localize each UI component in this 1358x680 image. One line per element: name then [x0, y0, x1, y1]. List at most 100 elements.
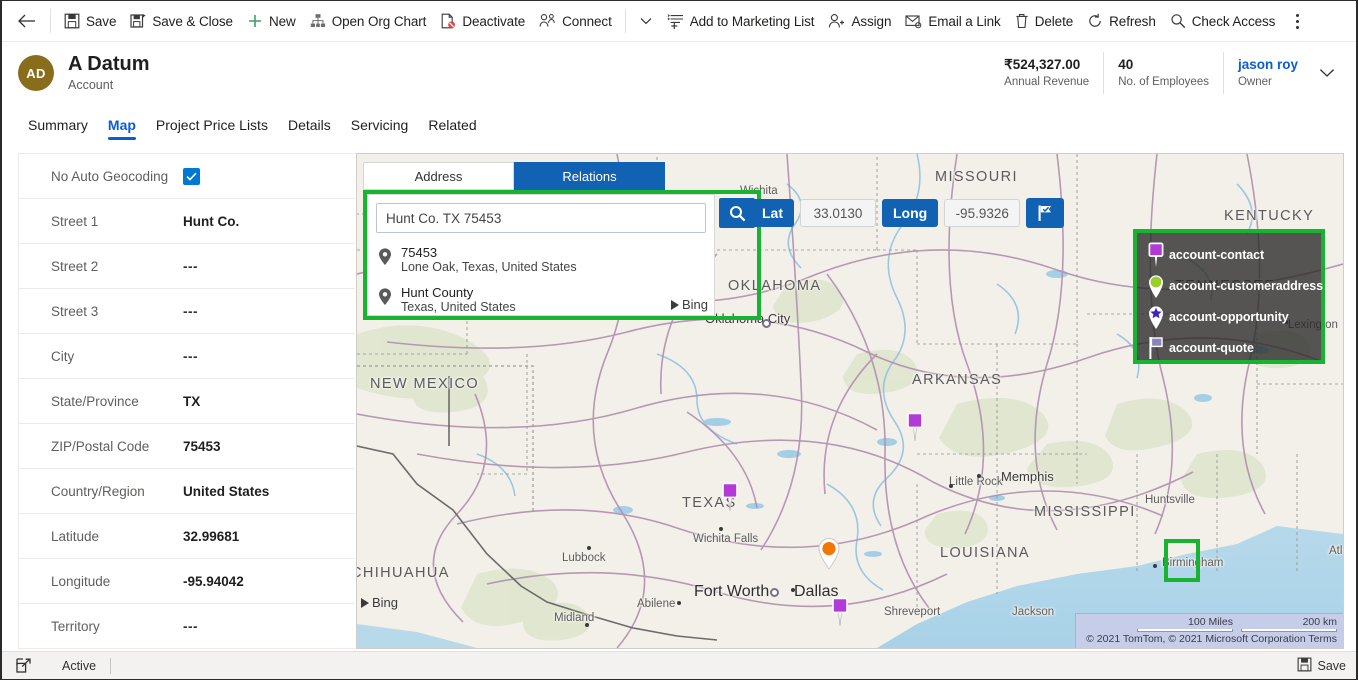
- email-a-link-label: Email a Link: [928, 13, 1001, 29]
- field-value-street3[interactable]: ---: [183, 304, 198, 319]
- search-suggestion-1[interactable]: 75453 Lone Oak, Texas, United States: [368, 241, 714, 281]
- lat-button-label: Lat: [762, 205, 783, 221]
- map-card-tab-address[interactable]: Address: [363, 162, 514, 190]
- legend-item-account-opportunity[interactable]: account-opportunity: [1143, 301, 1313, 332]
- legend-item-account-customeraddress[interactable]: account-customeraddress: [1143, 270, 1323, 301]
- lat-value[interactable]: 33.0130: [800, 199, 876, 227]
- tab-servicing-label: Servicing: [350, 117, 409, 133]
- page-title: A Datum: [68, 53, 150, 75]
- field-value-street1[interactable]: Hunt Co.: [183, 214, 239, 229]
- field-value-latitude[interactable]: 32.99681: [183, 529, 239, 544]
- tab-summary[interactable]: Summary: [18, 117, 98, 140]
- save-icon: [64, 13, 80, 29]
- marketing-list-icon: [667, 13, 684, 29]
- status-save-button[interactable]: Save: [1297, 657, 1349, 675]
- lat-button[interactable]: Lat: [751, 199, 794, 227]
- field-value-country[interactable]: United States: [183, 484, 269, 499]
- delete-button[interactable]: Delete: [1008, 6, 1080, 36]
- form-row-street1: Street 1 Hunt Co.: [19, 199, 355, 244]
- city-dot-dallas: [791, 588, 795, 592]
- save-button[interactable]: Save: [57, 6, 123, 36]
- form-row-territory: Territory ---: [19, 604, 355, 648]
- chevron-down-icon[interactable]: [632, 6, 660, 36]
- check-access-button[interactable]: Check Access: [1163, 6, 1283, 36]
- city-dot-memphis: [977, 474, 981, 478]
- tab-project-price-lists[interactable]: Project Price Lists: [146, 117, 278, 140]
- apply-location-button[interactable]: [1026, 198, 1065, 228]
- no-auto-geocoding-checkbox[interactable]: [183, 167, 200, 185]
- flag-icon: [1143, 335, 1169, 361]
- long-button[interactable]: Long: [882, 199, 939, 227]
- header-field-owner[interactable]: jason roy Owner: [1222, 52, 1312, 94]
- field-value-state[interactable]: TX: [183, 394, 200, 409]
- owner-label: Owner: [1237, 76, 1272, 88]
- field-label-state: State/Province: [51, 393, 139, 409]
- map-container[interactable]: MISSOURI KENTUCKY OKLAHOMA ARKANSAS TENN…: [356, 153, 1344, 649]
- tab-details[interactable]: Details: [278, 117, 341, 140]
- owner-value-link[interactable]: jason roy: [1238, 56, 1298, 73]
- legend-item-account-contact[interactable]: account-contact: [1143, 239, 1313, 270]
- delete-label: Delete: [1034, 13, 1074, 29]
- open-in-new-window-button[interactable]: [10, 658, 36, 673]
- city-dot-abilene: [677, 601, 681, 605]
- form-row-city: City ---: [19, 334, 355, 379]
- tab-map-label: Map: [107, 117, 136, 133]
- open-org-chart-button[interactable]: Open Org Chart: [303, 6, 434, 36]
- field-label-country: Country/Region: [51, 483, 145, 499]
- command-divider-2: [624, 9, 626, 33]
- header-expand-button[interactable]: [1312, 68, 1342, 78]
- app-window: Save Save & Close New Open Org Chart Dea…: [0, 0, 1358, 680]
- field-label-no-auto-geocoding: No Auto Geocoding: [51, 168, 169, 184]
- tab-related[interactable]: Related: [418, 117, 486, 140]
- form-row-latitude: Latitude 32.99681: [19, 514, 355, 559]
- field-label-city: City: [51, 348, 75, 364]
- refresh-icon: [1087, 13, 1103, 29]
- search-button[interactable]: [719, 198, 755, 228]
- email-a-link-button[interactable]: Email a Link: [898, 6, 1007, 36]
- form-row-state: State/Province TX: [19, 379, 355, 424]
- status-save-label: Save: [1317, 658, 1347, 673]
- field-value-city[interactable]: ---: [183, 349, 198, 364]
- more-commands-button[interactable]: [1282, 6, 1312, 36]
- map-card-tab-relations[interactable]: Relations: [514, 162, 665, 190]
- search-suggestion-2-text: Hunt County Texas, United States: [401, 285, 516, 315]
- save-and-close-button[interactable]: Save & Close: [123, 6, 240, 36]
- field-label-latitude: Latitude: [51, 528, 100, 544]
- tab-servicing[interactable]: Servicing: [341, 117, 419, 140]
- form-row-zip: ZIP/Postal Code 75453: [19, 424, 355, 469]
- city-dot-ciudad-juarez: [390, 648, 394, 649]
- annual-revenue-label: Annual Revenue: [1004, 76, 1090, 88]
- add-to-marketing-list-button[interactable]: Add to Marketing List: [660, 6, 822, 36]
- refresh-button[interactable]: Refresh: [1080, 6, 1163, 36]
- field-value-street2[interactable]: ---: [183, 259, 198, 274]
- field-value-zip[interactable]: 75453: [183, 439, 221, 454]
- map-pin-icon: [378, 288, 392, 311]
- long-value[interactable]: -95.9326: [944, 199, 1021, 227]
- deactivate-button[interactable]: Deactivate: [433, 6, 532, 36]
- deactivate-label: Deactivate: [462, 13, 526, 29]
- annual-revenue-value: ₹524,327.00: [1004, 57, 1081, 72]
- search-input[interactable]: [376, 203, 706, 233]
- command-bar: Save Save & Close New Open Org Chart Dea…: [2, 1, 1356, 42]
- connect-label: Connect: [562, 13, 612, 29]
- connect-button[interactable]: Connect: [532, 6, 619, 36]
- legend-item-account-quote[interactable]: account-quote: [1143, 332, 1313, 363]
- header-field-annual-revenue: ₹524,327.00 Annual Revenue: [990, 52, 1103, 94]
- avatar: AD: [18, 55, 54, 91]
- trash-icon: [1015, 13, 1029, 29]
- plus-icon: [247, 13, 263, 29]
- save-close-icon: [130, 13, 146, 29]
- back-button[interactable]: [10, 5, 44, 37]
- map-search-row: [368, 195, 714, 237]
- new-button[interactable]: New: [240, 6, 303, 36]
- save-icon: [1297, 657, 1312, 675]
- field-value-territory[interactable]: ---: [183, 619, 198, 634]
- record-header: AD A Datum Account ₹524,327.00 Annual Re…: [2, 42, 1356, 104]
- header-fields: ₹524,327.00 Annual Revenue 40 No. of Emp…: [990, 52, 1312, 94]
- tab-map[interactable]: Map: [98, 117, 146, 140]
- check-access-label: Check Access: [1191, 13, 1276, 29]
- field-value-longitude[interactable]: -95.94042: [183, 574, 244, 589]
- map-pin-icon: [378, 248, 392, 271]
- assign-button[interactable]: Assign: [821, 6, 898, 36]
- search-suggestion-2[interactable]: Hunt County Texas, United States: [368, 281, 714, 321]
